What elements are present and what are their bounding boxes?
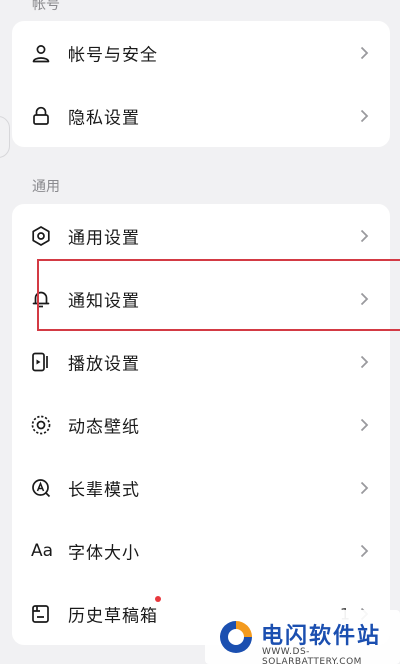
watermark-title: 电闪软件站: [261, 624, 382, 649]
row-label: 通用设置: [68, 228, 140, 248]
elder-mode-icon: [30, 477, 52, 499]
lock-icon: [30, 105, 52, 127]
chevron-right-icon: [358, 228, 370, 244]
row-label: 帐号与安全: [68, 45, 158, 65]
watermark-subtitle: WWW.DS-SOLARBATTERY.COM: [262, 647, 362, 664]
row-label: 通知设置: [68, 291, 140, 311]
watermark: 电闪软件站 WWW.DS-SOLARBATTERY.COM: [205, 610, 400, 664]
row-label: 隐私设置: [68, 108, 140, 128]
row-playback-settings[interactable]: 播放设置: [12, 330, 390, 393]
chevron-right-icon: [358, 417, 370, 433]
row-font-size[interactable]: Aa 字体大小: [12, 519, 390, 582]
settings-page: 帐号 帐号与安全 隐私设置 通用 通用设置 通知设置 播放设置 动态壁纸 长辈模…: [0, 0, 400, 664]
row-privacy-settings[interactable]: 隐私设置: [12, 84, 390, 147]
general-card: 通用设置 通知设置 播放设置 动态壁纸 长辈模式 Aa 字体大小 历史草稿箱: [12, 204, 390, 645]
font-size-icon-text: Aa: [30, 540, 54, 561]
watermark-logo-icon: [220, 621, 252, 653]
drafts-icon: [30, 603, 52, 625]
row-general-settings[interactable]: 通用设置: [12, 204, 390, 267]
row-label: 字体大小: [68, 543, 140, 563]
chevron-right-icon: [358, 45, 370, 61]
row-label: 长辈模式: [68, 480, 140, 500]
section-label-account: 帐号: [32, 0, 60, 13]
side-drawer-handle[interactable]: [0, 116, 10, 158]
font-size-icon: Aa: [28, 540, 56, 562]
gear-icon: [30, 225, 52, 247]
new-badge-dot: [155, 596, 161, 602]
chevron-right-icon: [358, 291, 370, 307]
section-label-general: 通用: [32, 179, 60, 195]
dynamic-wallpaper-icon: [30, 414, 52, 436]
row-account-security[interactable]: 帐号与安全: [12, 21, 390, 84]
bell-icon: [30, 288, 52, 310]
row-label: 播放设置: [68, 354, 140, 374]
chevron-right-icon: [358, 108, 370, 124]
row-dynamic-wallpaper[interactable]: 动态壁纸: [12, 393, 390, 456]
person-icon: [30, 42, 52, 64]
chevron-right-icon: [358, 354, 370, 370]
account-card: 帐号与安全 隐私设置: [12, 21, 390, 147]
chevron-right-icon: [358, 480, 370, 496]
play-settings-icon: [30, 351, 52, 373]
row-notification-settings[interactable]: 通知设置: [12, 267, 390, 330]
row-label: 历史草稿箱: [68, 606, 158, 626]
row-elder-mode[interactable]: 长辈模式: [12, 456, 390, 519]
row-label: 动态壁纸: [68, 417, 140, 437]
chevron-right-icon: [358, 543, 370, 559]
